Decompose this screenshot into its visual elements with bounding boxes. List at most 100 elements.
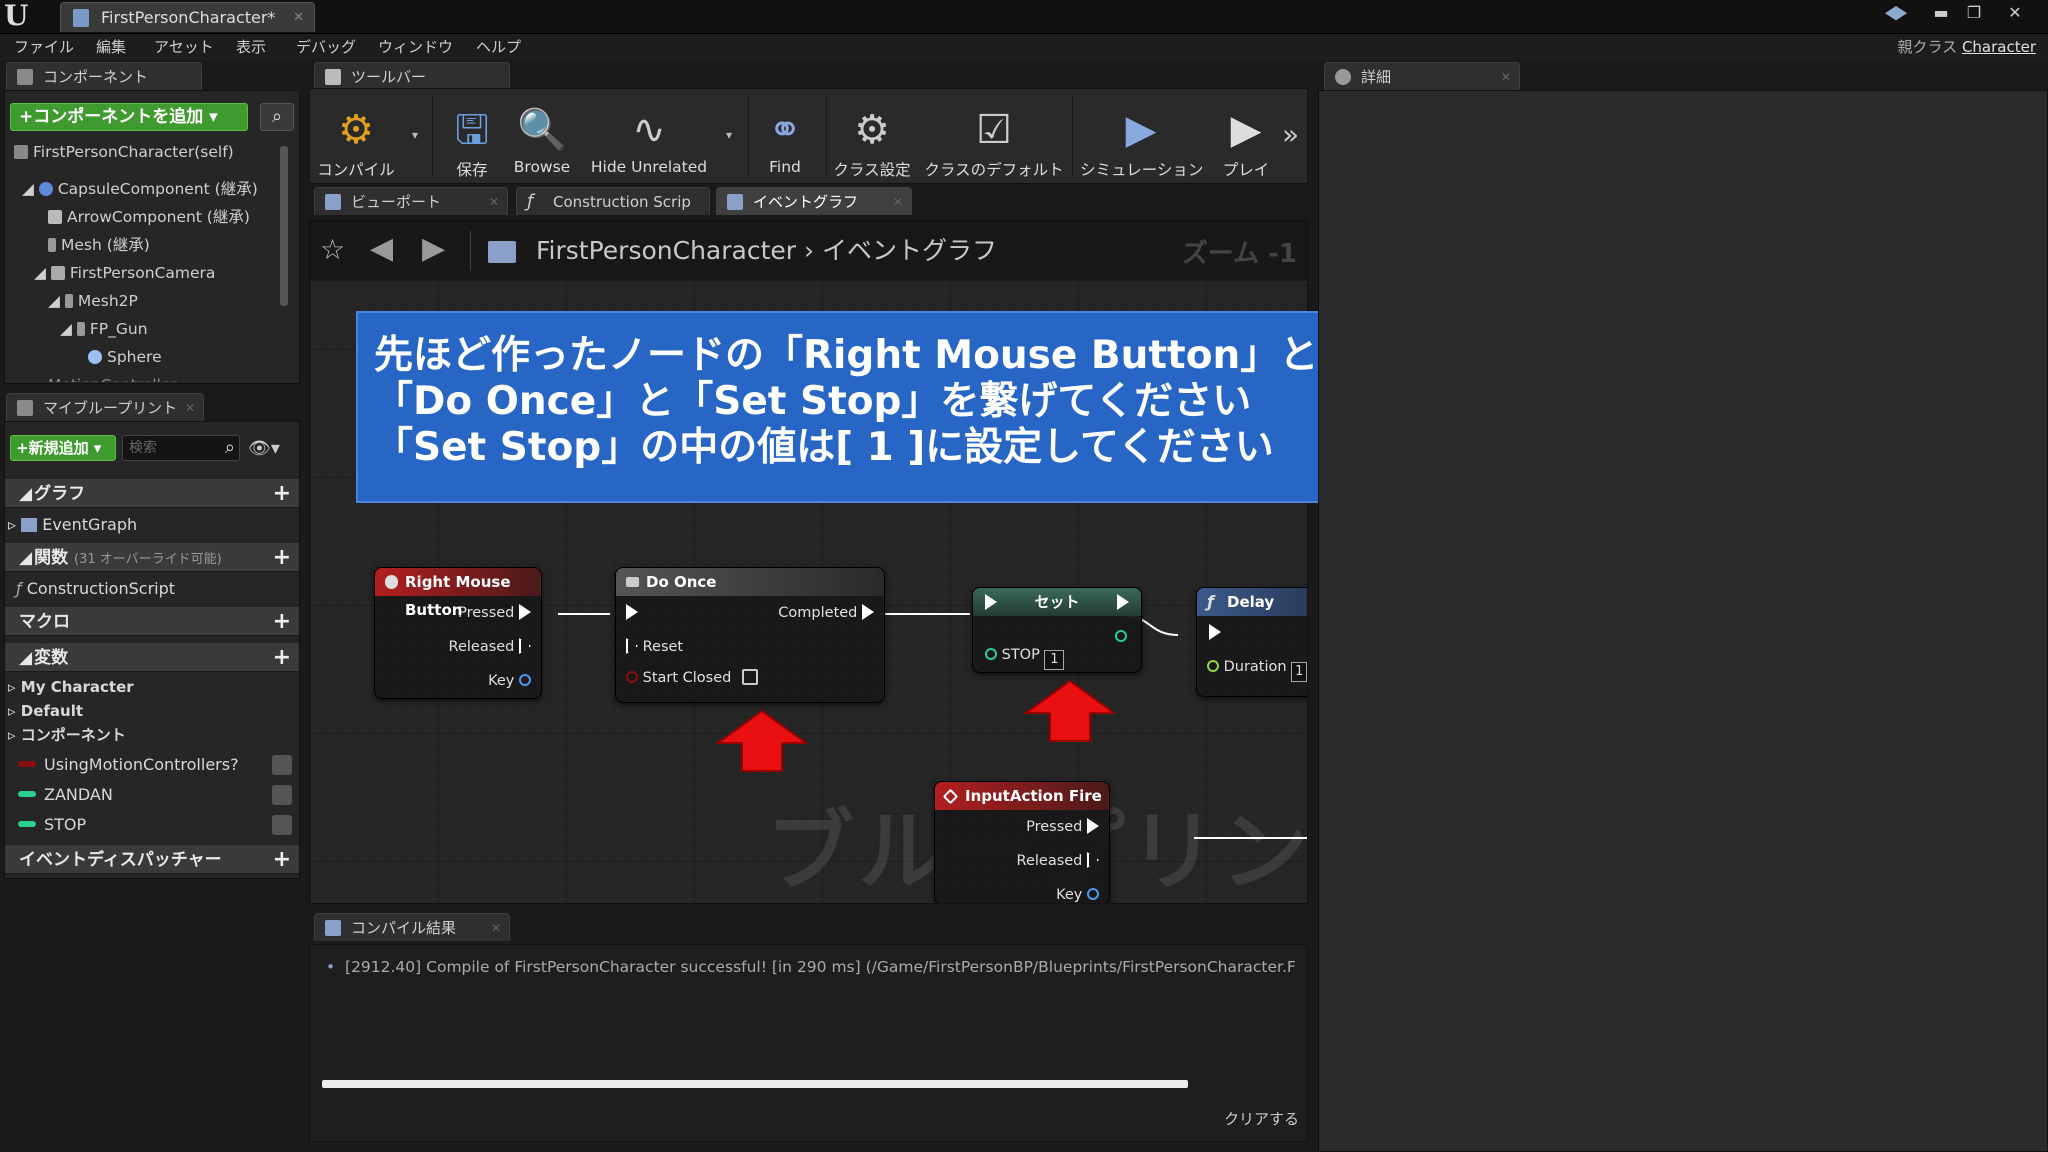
bool-pin-icon[interactable] — [626, 671, 638, 683]
exec-pin-icon[interactable] — [1087, 852, 1099, 868]
int-pin-icon[interactable] — [1115, 630, 1127, 642]
pin-key[interactable]: Key — [375, 664, 541, 698]
components-scrollbar[interactable] — [280, 146, 288, 306]
class-defaults-button[interactable]: ☑ クラスのデフォルト — [924, 96, 1064, 192]
duration-value-input[interactable]: 1 — [1291, 662, 1307, 682]
play-button[interactable]: ▶ プレイ — [1206, 96, 1286, 192]
tab-toolbar[interactable]: ツールバー — [314, 62, 510, 90]
hide-unrelated-dropdown-icon[interactable]: ▾ — [726, 128, 732, 142]
search-icon[interactable]: ⌕ — [260, 103, 294, 131]
pin-released[interactable]: Released — [935, 844, 1109, 878]
pin-key[interactable]: Key — [935, 878, 1109, 903]
exec-pin-icon[interactable] — [626, 604, 638, 620]
exec-pin-icon[interactable] — [519, 638, 531, 654]
exec-pin-icon[interactable] — [862, 604, 874, 620]
tree-item-mesh[interactable]: Mesh (継承) — [48, 232, 150, 259]
add-function-button[interactable]: + — [273, 543, 291, 573]
visibility-toggle[interactable] — [272, 815, 292, 835]
tree-item-fpgun[interactable]: ◢ FP_Gun — [60, 316, 148, 343]
menu-edit[interactable]: 編集 — [96, 34, 126, 60]
document-tab[interactable]: FirstPersonCharacter* ✕ — [60, 2, 315, 32]
node-delay[interactable]: ƒ Delay Duration 1 — [1196, 587, 1307, 697]
add-dispatcher-button[interactable]: + — [273, 845, 291, 875]
tab-event-graph[interactable]: イベントグラフ ✕ — [716, 187, 912, 215]
struct-pin-icon[interactable] — [519, 674, 531, 686]
start-closed-checkbox[interactable] — [741, 669, 758, 685]
add-macro-button[interactable]: + — [273, 607, 291, 637]
visibility-toggle[interactable] — [272, 755, 292, 775]
clear-button[interactable]: クリアする — [1224, 1108, 1299, 1129]
category-my-character[interactable]: ▹ My Character — [8, 674, 134, 700]
exec-pin-icon[interactable] — [1087, 818, 1099, 834]
event-graph-item[interactable]: ▹ EventGraph — [8, 512, 137, 538]
int-pin-icon[interactable] — [985, 648, 997, 660]
tree-item-mesh2p[interactable]: ◢ Mesh2P — [48, 288, 138, 315]
exec-pin-icon[interactable] — [626, 638, 638, 654]
node-inputaction-fire[interactable]: InputAction Fire Pressed Released Key — [934, 781, 1110, 903]
hide-unrelated-button[interactable]: ∿ Hide Unrelated — [584, 96, 714, 192]
exec-pin-icon[interactable] — [1117, 594, 1129, 610]
struct-pin-icon[interactable] — [1087, 888, 1099, 900]
compile-button[interactable]: ⚙ コンパイル — [316, 96, 396, 192]
find-button[interactable]: ⚭ Find — [754, 96, 816, 192]
category-default[interactable]: ▹ Default — [8, 698, 83, 724]
float-pin-icon[interactable] — [1207, 660, 1219, 672]
tab-details[interactable]: 詳細 ✕ — [1324, 62, 1520, 90]
close-button[interactable]: ✕ — [2000, 2, 2030, 26]
exec-pin-icon[interactable] — [985, 594, 997, 610]
restore-button[interactable]: ❐ — [1959, 2, 1989, 26]
close-tab-icon[interactable]: ✕ — [491, 914, 501, 942]
tree-item-arrow[interactable]: ArrowComponent (継承) — [48, 204, 250, 231]
close-tab-icon[interactable]: ✕ — [489, 188, 499, 216]
tab-construction-script[interactable]: ƒ Construction Scrip — [516, 187, 710, 215]
add-component-button[interactable]: +コンポーネントを追加 ▾ — [10, 103, 248, 131]
tree-item-sphere[interactable]: Sphere — [88, 344, 162, 371]
menu-help[interactable]: ヘルプ — [476, 34, 521, 60]
pin-completed[interactable]: Completed — [778, 596, 874, 630]
simulation-button[interactable]: ▶ シミュレーション — [1080, 96, 1203, 192]
tab-components[interactable]: コンポーネント — [6, 62, 202, 90]
menu-debug[interactable]: デバッグ — [296, 34, 356, 60]
section-macros[interactable]: マクロ + — [5, 606, 299, 636]
menu-asset[interactable]: アセット — [154, 34, 214, 60]
tab-viewport[interactable]: ビューポート ✕ — [314, 187, 508, 215]
variable-row[interactable]: UsingMotionControllers? — [18, 752, 239, 778]
pin-released[interactable]: Released — [375, 630, 541, 664]
close-tab-icon[interactable]: ✕ — [293, 3, 304, 33]
pin-exec-in[interactable] — [1197, 616, 1307, 650]
tab-compile-results[interactable]: コンパイル結果 ✕ — [314, 913, 510, 941]
parent-class-link[interactable]: Character — [1962, 38, 2036, 56]
exec-pin-icon[interactable] — [1209, 624, 1221, 640]
section-event-dispatchers[interactable]: イベントディスパッチャー + — [5, 844, 299, 874]
exec-pin-icon[interactable] — [519, 604, 531, 620]
menu-view[interactable]: 表示 — [236, 34, 266, 60]
node-do-once[interactable]: Do Once Completed Reset Start Closed — [615, 567, 885, 703]
menu-file[interactable]: ファイル — [14, 34, 74, 60]
section-functions[interactable]: ◢ 関数 (31 オーバーライド可能) + — [5, 542, 299, 572]
eye-visibility-icon[interactable]: 👁▾ — [248, 438, 288, 460]
tab-my-blueprint[interactable]: マイブループリント ✕ — [6, 393, 204, 421]
tree-item-camera[interactable]: ◢ FirstPersonCamera — [34, 260, 215, 287]
node-set-stop[interactable]: セット STOP 1 — [972, 587, 1142, 673]
tree-item-capsule[interactable]: ◢ CapsuleComponent (継承) — [22, 176, 258, 203]
pin-start-closed[interactable]: Start Closed — [616, 664, 884, 698]
minimize-button[interactable]: ▬ — [1926, 2, 1956, 26]
close-tab-icon[interactable]: ✕ — [893, 188, 903, 216]
variable-row[interactable]: STOP — [18, 812, 86, 838]
pin-pressed[interactable]: Pressed — [935, 810, 1109, 844]
add-variable-button[interactable]: + — [273, 643, 291, 673]
node-right-mouse-button[interactable]: Right Mouse Button Pressed Released Key — [374, 567, 542, 699]
class-settings-button[interactable]: ⚙ クラス設定 — [830, 96, 914, 192]
close-tab-icon[interactable]: ✕ — [1501, 63, 1511, 91]
log-horizontal-scrollbar[interactable] — [322, 1080, 1188, 1088]
stop-value-input[interactable]: 1 — [1044, 650, 1065, 670]
compile-dropdown-icon[interactable]: ▾ — [412, 128, 418, 142]
section-graphs[interactable]: ◢ グラフ + — [5, 478, 299, 508]
pin-exec-in[interactable]: Completed — [616, 596, 884, 630]
variable-row[interactable]: ZANDAN — [18, 782, 113, 808]
menu-window[interactable]: ウィンドウ — [378, 34, 453, 60]
pin-duration[interactable]: Duration 1 — [1197, 650, 1307, 684]
section-variables[interactable]: ◢ 変数 + — [5, 642, 299, 672]
save-button[interactable]: 🖫 保存 — [440, 96, 504, 192]
close-tab-icon[interactable]: ✕ — [185, 394, 195, 422]
